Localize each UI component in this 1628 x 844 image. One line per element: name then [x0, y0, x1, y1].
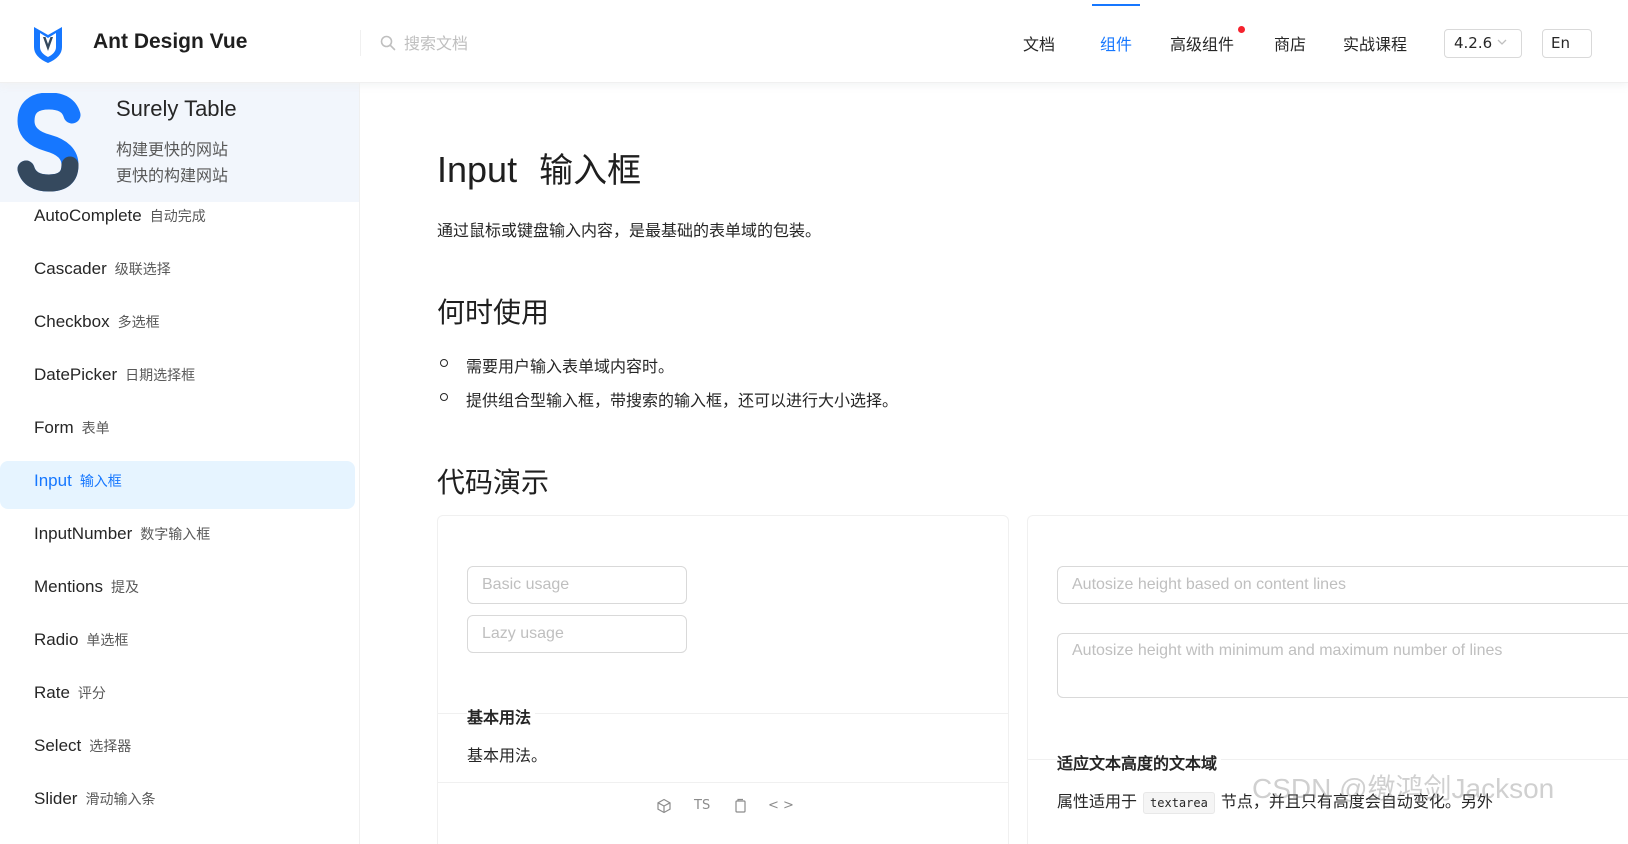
- sidebar-item-select[interactable]: Select 选择器: [0, 726, 355, 774]
- copy-icon[interactable]: [732, 798, 748, 814]
- sidebar-item-autocomplete[interactable]: AutoComplete 自动完成: [0, 196, 355, 244]
- top-header: Ant Design Vue 文档 组件 高级组件 商店 实战课程 4.2.6 …: [0, 0, 1628, 83]
- header-divider: [360, 30, 361, 56]
- promo-title: Surely Table: [116, 96, 237, 121]
- codesandbox-icon[interactable]: [656, 798, 672, 814]
- ant-design-vue-logo[interactable]: [30, 25, 66, 65]
- menu-sublabel: 评分: [77, 685, 106, 701]
- card-divider: [438, 782, 1008, 783]
- sidebar-item-datepicker[interactable]: DatePicker 日期选择框: [0, 355, 355, 403]
- sidebar-item-cascader[interactable]: Cascader 级联选择: [0, 249, 355, 297]
- menu-sublabel: 日期选择框: [125, 367, 196, 383]
- menu-label: Radio: [34, 630, 79, 649]
- basic-usage-input[interactable]: [467, 566, 687, 604]
- lazy-usage-input[interactable]: [467, 615, 687, 653]
- menu-sublabel: 自动完成: [149, 208, 206, 224]
- sidebar-item-form[interactable]: Form 表单: [0, 408, 355, 456]
- demo-card-basic: 基本用法 基本用法。 TS < >: [437, 515, 1009, 844]
- version-select[interactable]: 4.2.6: [1444, 29, 1522, 58]
- page-title-zh: 输入框: [539, 151, 642, 191]
- language-switch-button[interactable]: En: [1542, 29, 1592, 58]
- promo-line-1: 构建更快的网站: [116, 140, 229, 159]
- code-tag-textarea: textarea: [1143, 792, 1215, 814]
- nav-item-courses[interactable]: 实战课程: [1343, 31, 1407, 55]
- menu-label: Input: [34, 471, 72, 490]
- menu-label: Slider: [34, 789, 78, 808]
- menu-sublabel: 单选框: [86, 632, 129, 648]
- menu-label: Mentions: [34, 577, 103, 596]
- menu-sublabel: 滑动输入条: [85, 791, 156, 807]
- menu-label: Rate: [34, 683, 70, 702]
- typescript-toggle[interactable]: TS: [694, 798, 718, 814]
- demo-description-basic: 基本用法。: [467, 746, 548, 765]
- section-title-when-to-use: 何时使用: [437, 296, 550, 329]
- bullet-icon: [440, 359, 448, 367]
- nav-active-indicator: [1092, 4, 1140, 6]
- search-icon: [380, 35, 396, 51]
- menu-sublabel: 级联选择: [114, 261, 171, 277]
- brand-name[interactable]: Ant Design Vue: [93, 30, 247, 54]
- menu-sublabel: 输入框: [79, 473, 122, 489]
- nav-item-docs[interactable]: 文档: [1023, 31, 1055, 55]
- promo-line-2: 更快的构建网站: [116, 166, 229, 185]
- chevron-down-icon: [1497, 39, 1507, 45]
- menu-label: AutoComplete: [34, 206, 142, 225]
- sidebar: Surely Table 构建更快的网站 更快的构建网站 AutoComplet…: [0, 83, 360, 844]
- menu-label: Cascader: [34, 259, 107, 278]
- menu-label: DatePicker: [34, 365, 118, 384]
- section-title-examples: 代码演示: [437, 466, 550, 499]
- menu-sublabel: 选择器: [89, 738, 132, 754]
- nav-item-components[interactable]: 组件: [1100, 31, 1132, 55]
- page-description: 通过鼠标或键盘输入内容，是最基础的表单域的包装。: [437, 221, 822, 240]
- menu-label: Form: [34, 418, 74, 437]
- nav-item-store[interactable]: 商店: [1274, 31, 1306, 55]
- demo-actions: TS < >: [656, 798, 796, 816]
- demo-title-autosize: 适应文本高度的文本域: [1057, 750, 1222, 774]
- demo-title-basic: 基本用法: [467, 704, 536, 728]
- sidebar-item-checkbox[interactable]: Checkbox 多选框: [0, 302, 355, 350]
- autosize-minmax-textarea[interactable]: [1057, 633, 1628, 698]
- bullet-icon: [440, 393, 448, 401]
- menu-sublabel: 表单: [81, 420, 110, 436]
- menu-sublabel: 多选框: [117, 314, 160, 330]
- page-title-en: Input: [437, 149, 518, 190]
- when-item-2: 提供组合型输入框，带搜索的输入框，还可以进行大小选择。: [466, 391, 899, 410]
- sidebar-item-slider[interactable]: Slider 滑动输入条: [0, 779, 355, 827]
- expand-code-icon[interactable]: < >: [768, 798, 796, 814]
- sidebar-item-radio[interactable]: Radio 单选框: [0, 620, 355, 668]
- menu-label: Checkbox: [34, 312, 110, 331]
- surely-table-logo: [17, 93, 81, 192]
- sidebar-item-mentions[interactable]: Mentions 提及: [0, 567, 355, 615]
- sidebar-item-inputnumber[interactable]: InputNumber 数字输入框: [0, 514, 355, 562]
- desc-text: 属性适用于: [1057, 792, 1138, 811]
- version-value: 4.2.6: [1454, 34, 1493, 52]
- main-content: Input 输入框 通过鼠标或键盘输入内容，是最基础的表单域的包装。 何时使用 需…: [360, 83, 1628, 844]
- sidebar-item-input[interactable]: Input 输入框: [0, 461, 355, 509]
- menu-sublabel: 数字输入框: [140, 526, 211, 542]
- menu-label: Select: [34, 736, 82, 755]
- csdn-watermark: CSDN @缴鸿剑Jackson: [1252, 773, 1555, 804]
- sidebar-item-rate[interactable]: Rate 评分: [0, 673, 355, 721]
- search-input[interactable]: [404, 28, 664, 58]
- autosize-textarea[interactable]: [1057, 566, 1628, 604]
- nav-item-advanced-components[interactable]: 高级组件: [1170, 31, 1234, 55]
- when-item-1: 需要用户输入表单域内容时。: [466, 357, 675, 376]
- menu-sublabel: 提及: [110, 579, 139, 595]
- menu-label: InputNumber: [34, 524, 133, 543]
- new-badge-dot: [1238, 26, 1245, 33]
- surely-table-promo[interactable]: Surely Table 构建更快的网站 更快的构建网站: [0, 83, 359, 202]
- page-title: Input 输入框: [437, 143, 641, 192]
